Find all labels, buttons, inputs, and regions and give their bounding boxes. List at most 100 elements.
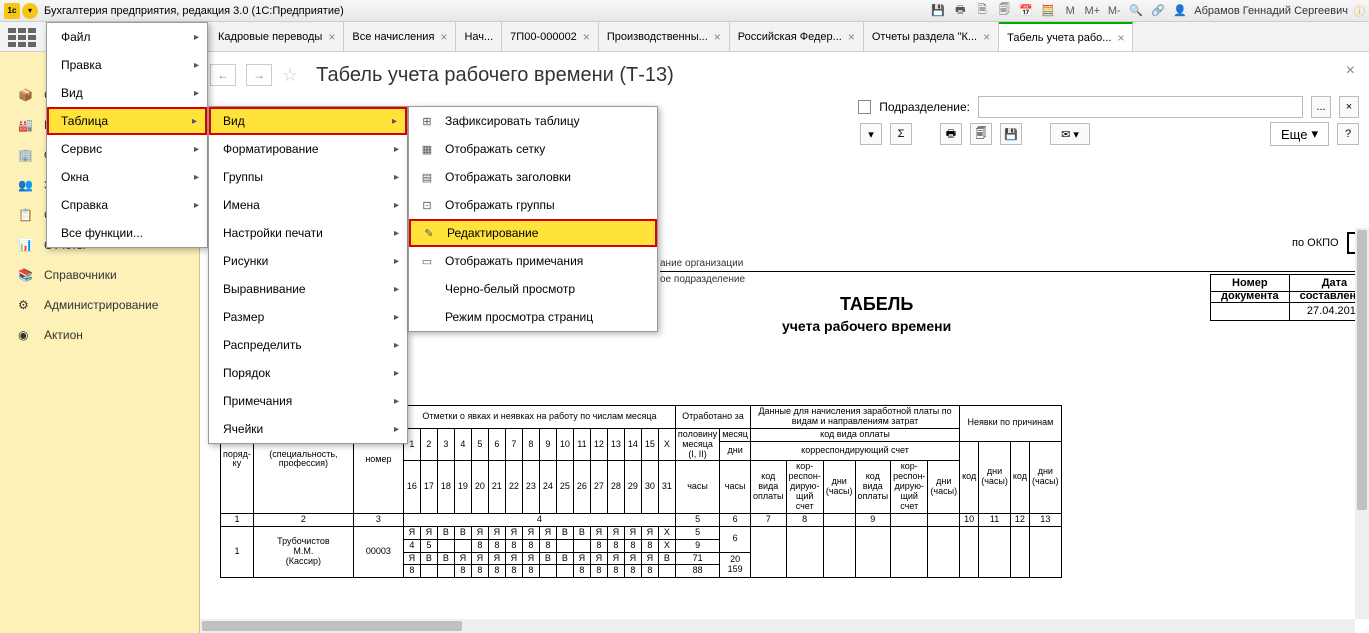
subdivision-clear-button[interactable]: ×	[1339, 96, 1359, 118]
help-button[interactable]: ?	[1337, 123, 1359, 145]
sidebar-item[interactable]: ⚙ Администрирование	[0, 290, 199, 320]
tab[interactable]: Нач...	[456, 22, 502, 51]
table-submenu[interactable]: ВидФорматированиеГруппыИменаНастройки пе…	[208, 106, 408, 444]
more-button[interactable]: Еще ▾	[1270, 122, 1329, 146]
menu-item[interactable]: Окна	[47, 163, 207, 191]
menu-item[interactable]: Порядок	[209, 359, 407, 387]
apps-grid-icon[interactable]	[8, 28, 38, 48]
save-button[interactable]: 💾	[1000, 123, 1022, 145]
mminus-icon[interactable]: M-	[1106, 3, 1122, 19]
menu-item-icon: ⊡	[419, 197, 435, 213]
sidebar-icon: 👥	[18, 178, 34, 192]
nav-back[interactable]: ←	[210, 64, 236, 86]
tab[interactable]: Табель учета рабо...×	[999, 22, 1133, 51]
sidebar-label: Справочники	[44, 268, 117, 282]
menu-item[interactable]: ⊡Отображать группы	[409, 191, 657, 219]
subdivision-select-button[interactable]: ...	[1311, 96, 1331, 118]
menu-item[interactable]: Распределить	[209, 331, 407, 359]
print-icon[interactable]: 🖶	[952, 3, 968, 19]
tab[interactable]: Кадровые переводы×	[210, 22, 344, 51]
sidebar-item[interactable]: ◉Актион	[0, 320, 199, 350]
calendar-icon[interactable]: 🧮	[1040, 3, 1056, 19]
menu-item[interactable]: Имена	[209, 191, 407, 219]
menu-item[interactable]: ✎Редактирование	[409, 219, 657, 247]
menu-item[interactable]: Сервис	[47, 135, 207, 163]
sidebar-label: Актион	[44, 328, 83, 342]
sidebar-icon: 🏭	[18, 118, 34, 132]
app-title: Бухгалтерия предприятия, редакция 3.0 (1…	[44, 5, 344, 17]
menu-item[interactable]: Все функции...	[47, 219, 207, 247]
tab[interactable]: 7П00-000002×	[502, 22, 599, 51]
calc-icon[interactable]: 📅	[1018, 3, 1034, 19]
menu-item[interactable]: Черно-белый просмотр	[409, 275, 657, 303]
compare-icon[interactable]: 🗐	[996, 3, 1012, 19]
menu-item[interactable]: Вид	[209, 107, 407, 135]
close-document[interactable]: ×	[1346, 62, 1355, 80]
subdivision-checkbox[interactable]	[858, 100, 871, 114]
favorite-star-icon[interactable]: ☆	[282, 65, 298, 86]
tab-close-icon[interactable]: ×	[714, 30, 721, 44]
main-menu[interactable]: ФайлПравкаВидТаблицаСервисОкнаСправкаВсе…	[46, 22, 208, 248]
preview-icon[interactable]: 🗎	[974, 3, 990, 19]
menu-item[interactable]: ▦Отображать сетку	[409, 135, 657, 163]
menu-item[interactable]: Рисунки	[209, 247, 407, 275]
menu-item-icon: ▦	[419, 141, 435, 157]
menu-item[interactable]: Настройки печати	[209, 219, 407, 247]
copy-button[interactable]: 🗐	[970, 123, 992, 145]
sidebar-icon: 📋	[18, 208, 34, 222]
tab[interactable]: Российская Федер...×	[730, 22, 864, 51]
nav-forward[interactable]: →	[246, 64, 272, 86]
menu-item-icon: ⊞	[419, 113, 435, 129]
tab[interactable]: Производственны...×	[599, 22, 730, 51]
user-icon: 👤	[1172, 3, 1188, 19]
tab-close-icon[interactable]: ×	[440, 30, 447, 44]
dropdown-button[interactable]: ▾	[860, 123, 882, 145]
tab[interactable]: Все начисления×	[344, 22, 456, 51]
sidebar-icon: 🏢	[18, 148, 34, 162]
titlebar-icons: 💾 🖶 🗎 🗐 📅 🧮 M M+ M- 🔍 🔗 👤	[930, 3, 1188, 19]
menu-item[interactable]: ⊞Зафиксировать таблицу	[409, 107, 657, 135]
tab-close-icon[interactable]: ×	[328, 30, 335, 44]
view-submenu[interactable]: ⊞Зафиксировать таблицу▦Отображать сетку▤…	[408, 106, 658, 332]
print-button[interactable]: 🖶	[940, 123, 962, 145]
tab-close-icon[interactable]: ×	[983, 30, 990, 44]
menu-item[interactable]: Выравнивание	[209, 275, 407, 303]
document-title: Табель учета рабочего времени (Т-13)	[316, 64, 674, 87]
subdivision-field[interactable]	[978, 96, 1303, 118]
tab-close-icon[interactable]: ×	[848, 30, 855, 44]
menu-item[interactable]: Режим просмотра страниц	[409, 303, 657, 331]
menu-item[interactable]: Форматирование	[209, 135, 407, 163]
logo-icon: 1c	[4, 3, 20, 19]
menu-item[interactable]: ▤Отображать заголовки	[409, 163, 657, 191]
mplus-icon[interactable]: M+	[1084, 3, 1100, 19]
doc-number-date-table: НомерДата документасоставления 27.04.201…	[1210, 274, 1369, 321]
horizontal-scrollbar[interactable]	[200, 619, 1355, 633]
menu-item[interactable]: Примечания	[209, 387, 407, 415]
tab-close-icon[interactable]: ×	[583, 30, 590, 44]
sum-button[interactable]: Σ	[890, 123, 912, 145]
tab-close-icon[interactable]: ×	[1117, 31, 1124, 45]
menu-item[interactable]: Таблица	[47, 107, 207, 135]
sidebar-icon: 📦	[18, 88, 34, 102]
zoom-icon[interactable]: 🔍	[1128, 3, 1144, 19]
menu-item[interactable]: Правка	[47, 51, 207, 79]
menu-item[interactable]: Ячейки	[209, 415, 407, 443]
menu-item[interactable]: Справка	[47, 191, 207, 219]
menu-item[interactable]: Вид	[47, 79, 207, 107]
mail-button[interactable]: ✉ ▾	[1050, 123, 1090, 145]
okpo-label: по ОКПО	[1292, 237, 1339, 249]
menu-item[interactable]: ▭Отображать примечания	[409, 247, 657, 275]
m-icon[interactable]: M	[1062, 3, 1078, 19]
menu-item[interactable]: Файл	[47, 23, 207, 51]
app-menu-dropdown[interactable]: ▾	[22, 3, 38, 19]
tab[interactable]: Отчеты раздела "К...×	[864, 22, 999, 51]
sidebar-icon: ⚙	[18, 298, 34, 312]
link-icon[interactable]: 🔗	[1150, 3, 1166, 19]
info-icon[interactable]: ⓘ	[1354, 3, 1365, 19]
menu-item[interactable]: Группы	[209, 163, 407, 191]
sidebar-item[interactable]: 📚Справочники	[0, 260, 199, 290]
sidebar-label: Администрирование	[44, 298, 158, 312]
menu-item[interactable]: Размер	[209, 303, 407, 331]
save-icon[interactable]: 💾	[930, 3, 946, 19]
vertical-scrollbar[interactable]	[1355, 228, 1369, 619]
